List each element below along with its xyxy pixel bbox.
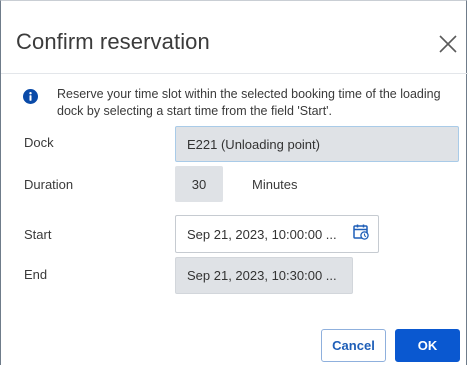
end-datetime-field: Sep 21, 2023, 10:30:00 ... bbox=[175, 257, 353, 294]
confirm-reservation-dialog: Confirm reservation Reserve your time sl… bbox=[0, 0, 468, 365]
duration-label: Duration bbox=[24, 177, 74, 192]
close-icon[interactable] bbox=[437, 33, 459, 55]
dock-field: E221 (Unloading point) bbox=[175, 126, 459, 162]
end-label: End bbox=[24, 267, 48, 282]
start-label: Start bbox=[24, 227, 52, 242]
ok-button[interactable]: OK bbox=[395, 329, 460, 362]
dialog-title: Confirm reservation bbox=[16, 29, 210, 54]
info-icon bbox=[23, 89, 38, 104]
duration-field: 30 bbox=[175, 166, 223, 202]
dock-label: Dock bbox=[24, 135, 54, 150]
start-datetime-input[interactable]: Sep 21, 2023, 10:00:00 ... bbox=[175, 215, 379, 253]
info-message: Reserve your time slot within the select… bbox=[57, 87, 441, 118]
cancel-button[interactable]: Cancel bbox=[321, 329, 386, 362]
duration-unit: Minutes bbox=[252, 177, 298, 192]
header-divider bbox=[1, 73, 468, 74]
calendar-icon[interactable] bbox=[352, 223, 370, 241]
